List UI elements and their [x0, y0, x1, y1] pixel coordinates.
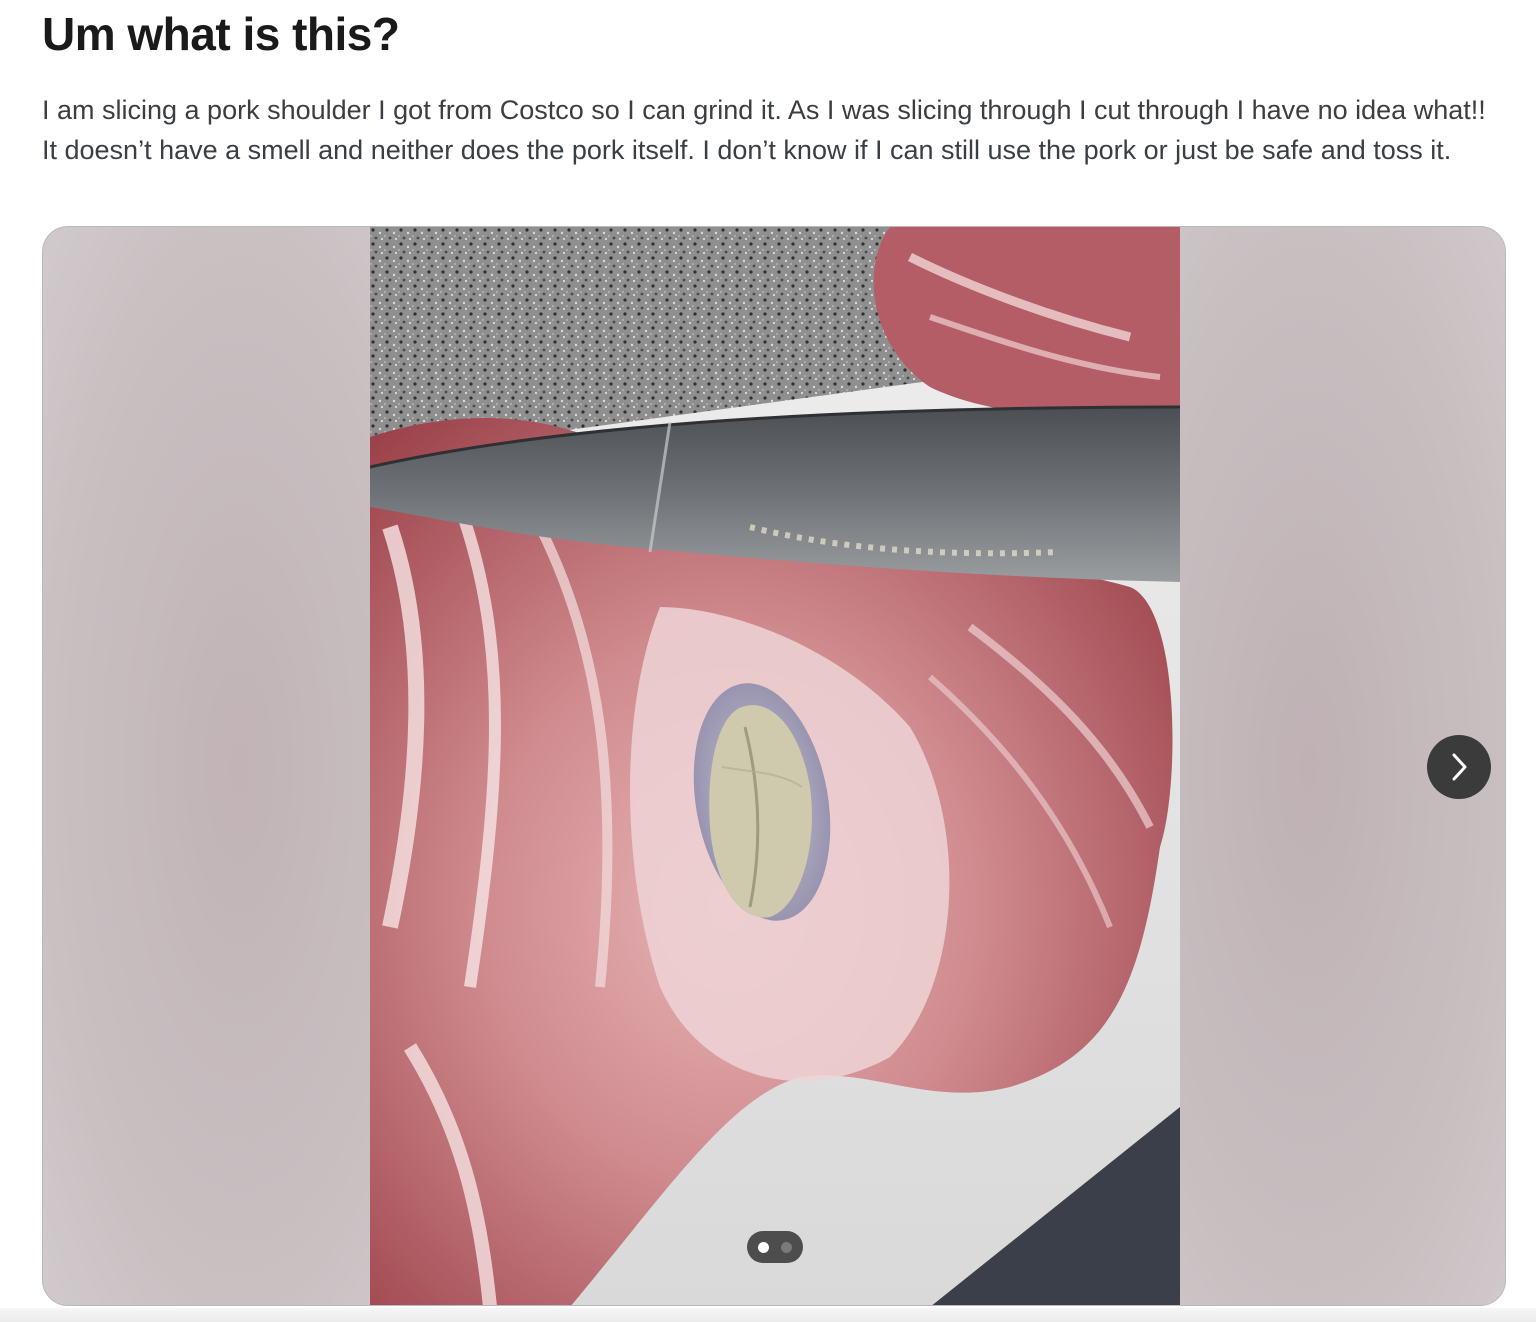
gallery-pagination [747, 1231, 803, 1263]
gallery-blur-left [43, 227, 370, 1305]
post-body: I am slicing a pork shoulder I got from … [42, 95, 1486, 165]
image-gallery[interactable] [42, 226, 1506, 1306]
pagination-dot-active[interactable] [758, 1241, 769, 1253]
page-bottom-divider [0, 1308, 1536, 1322]
pagination-dot[interactable] [781, 1241, 792, 1253]
gallery-image[interactable] [370, 227, 1180, 1305]
next-image-button[interactable] [1427, 735, 1491, 799]
post-title: Um what is this? [42, 8, 400, 60]
chevron-right-icon [1452, 753, 1467, 781]
